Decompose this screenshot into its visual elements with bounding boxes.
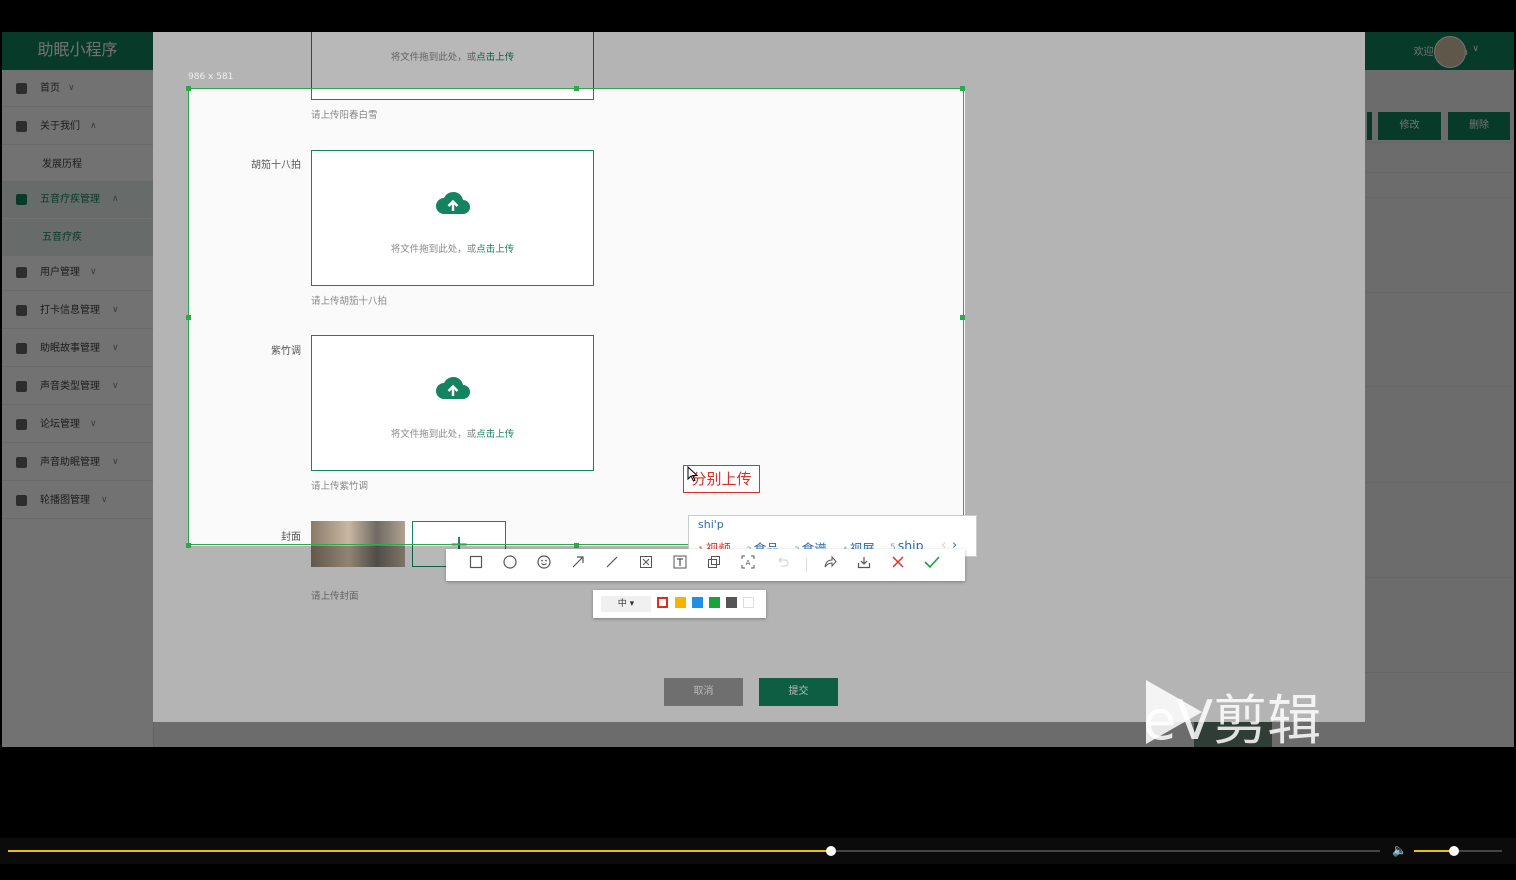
- style-toolbar: 中 ▾: [593, 590, 766, 618]
- resize-handle[interactable]: [186, 86, 191, 91]
- volume-icon[interactable]: 🔈: [1392, 843, 1407, 857]
- volume-handle[interactable]: [1448, 846, 1459, 856]
- svg-text:A: A: [746, 559, 751, 567]
- color-swatch-blue[interactable]: [692, 597, 703, 608]
- rectangle-icon[interactable]: [466, 555, 486, 575]
- color-swatch-green[interactable]: [709, 597, 720, 608]
- color-swatch-white[interactable]: [743, 597, 754, 608]
- resize-handle[interactable]: [574, 86, 579, 91]
- resize-handle[interactable]: [960, 315, 965, 320]
- text-icon[interactable]: [670, 555, 690, 575]
- toolbar-separator: [806, 558, 807, 572]
- emoji-icon[interactable]: [534, 555, 554, 575]
- screenshot-dim: [965, 88, 1516, 546]
- resize-handle[interactable]: [186, 543, 191, 548]
- progress-fill: [8, 850, 832, 852]
- undo-icon[interactable]: [772, 555, 792, 575]
- ellipse-icon[interactable]: [500, 555, 520, 575]
- line-icon[interactable]: [602, 555, 622, 575]
- volume-fill: [1414, 850, 1454, 852]
- confirm-icon[interactable]: [922, 555, 942, 575]
- selection-size-label: 986 x 581: [188, 72, 234, 82]
- ime-composition: shi'p: [698, 518, 724, 531]
- arrow-icon[interactable]: [568, 555, 588, 575]
- color-swatch-gray[interactable]: [726, 597, 737, 608]
- resize-handle[interactable]: [960, 86, 965, 91]
- watermark-logo: eV剪辑: [1143, 689, 1322, 752]
- resize-handle[interactable]: [186, 315, 191, 320]
- color-swatch-yellow[interactable]: [675, 597, 686, 608]
- share-icon[interactable]: [820, 555, 840, 575]
- screenshot-dim: [0, 88, 188, 546]
- font-size-select[interactable]: 中 ▾: [601, 596, 651, 612]
- screenshot-selection[interactable]: [186, 86, 965, 548]
- screenshot-toolbar: A: [446, 549, 965, 581]
- ocr-icon[interactable]: A: [738, 555, 758, 575]
- pin-icon[interactable]: [704, 555, 724, 575]
- color-swatch-red[interactable]: [657, 597, 668, 608]
- mosaic-icon[interactable]: [636, 555, 656, 575]
- save-icon[interactable]: [854, 555, 874, 575]
- close-icon[interactable]: [888, 555, 908, 575]
- resize-handle[interactable]: [574, 543, 579, 548]
- mouse-cursor-icon: [687, 466, 699, 482]
